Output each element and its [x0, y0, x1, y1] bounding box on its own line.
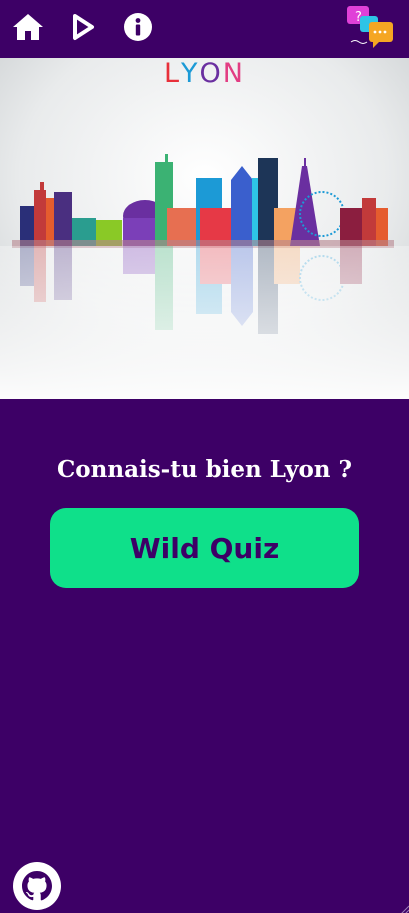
wild-quiz-button[interactable]: Wild Quiz [50, 508, 359, 588]
play-icon [73, 14, 94, 40]
top-nav: ? [0, 0, 409, 58]
lyon-skyline-banner: LYON [0, 58, 409, 399]
home-icon [13, 14, 43, 40]
github-link[interactable] [13, 862, 61, 910]
wild-quiz-button-label: Wild Quiz [129, 531, 280, 565]
info-icon [124, 13, 152, 41]
chat-bubbles-logo: ? [347, 6, 395, 52]
play-button[interactable] [66, 10, 100, 44]
app-root: ? LYON Connais-tu bien Lyon ? Wild Quiz [0, 0, 409, 913]
resize-grip[interactable] [397, 901, 409, 913]
info-button[interactable] [121, 10, 155, 44]
page-headline: Connais-tu bien Lyon ? [56, 456, 353, 483]
github-icon [13, 862, 61, 910]
home-button[interactable] [11, 10, 45, 44]
